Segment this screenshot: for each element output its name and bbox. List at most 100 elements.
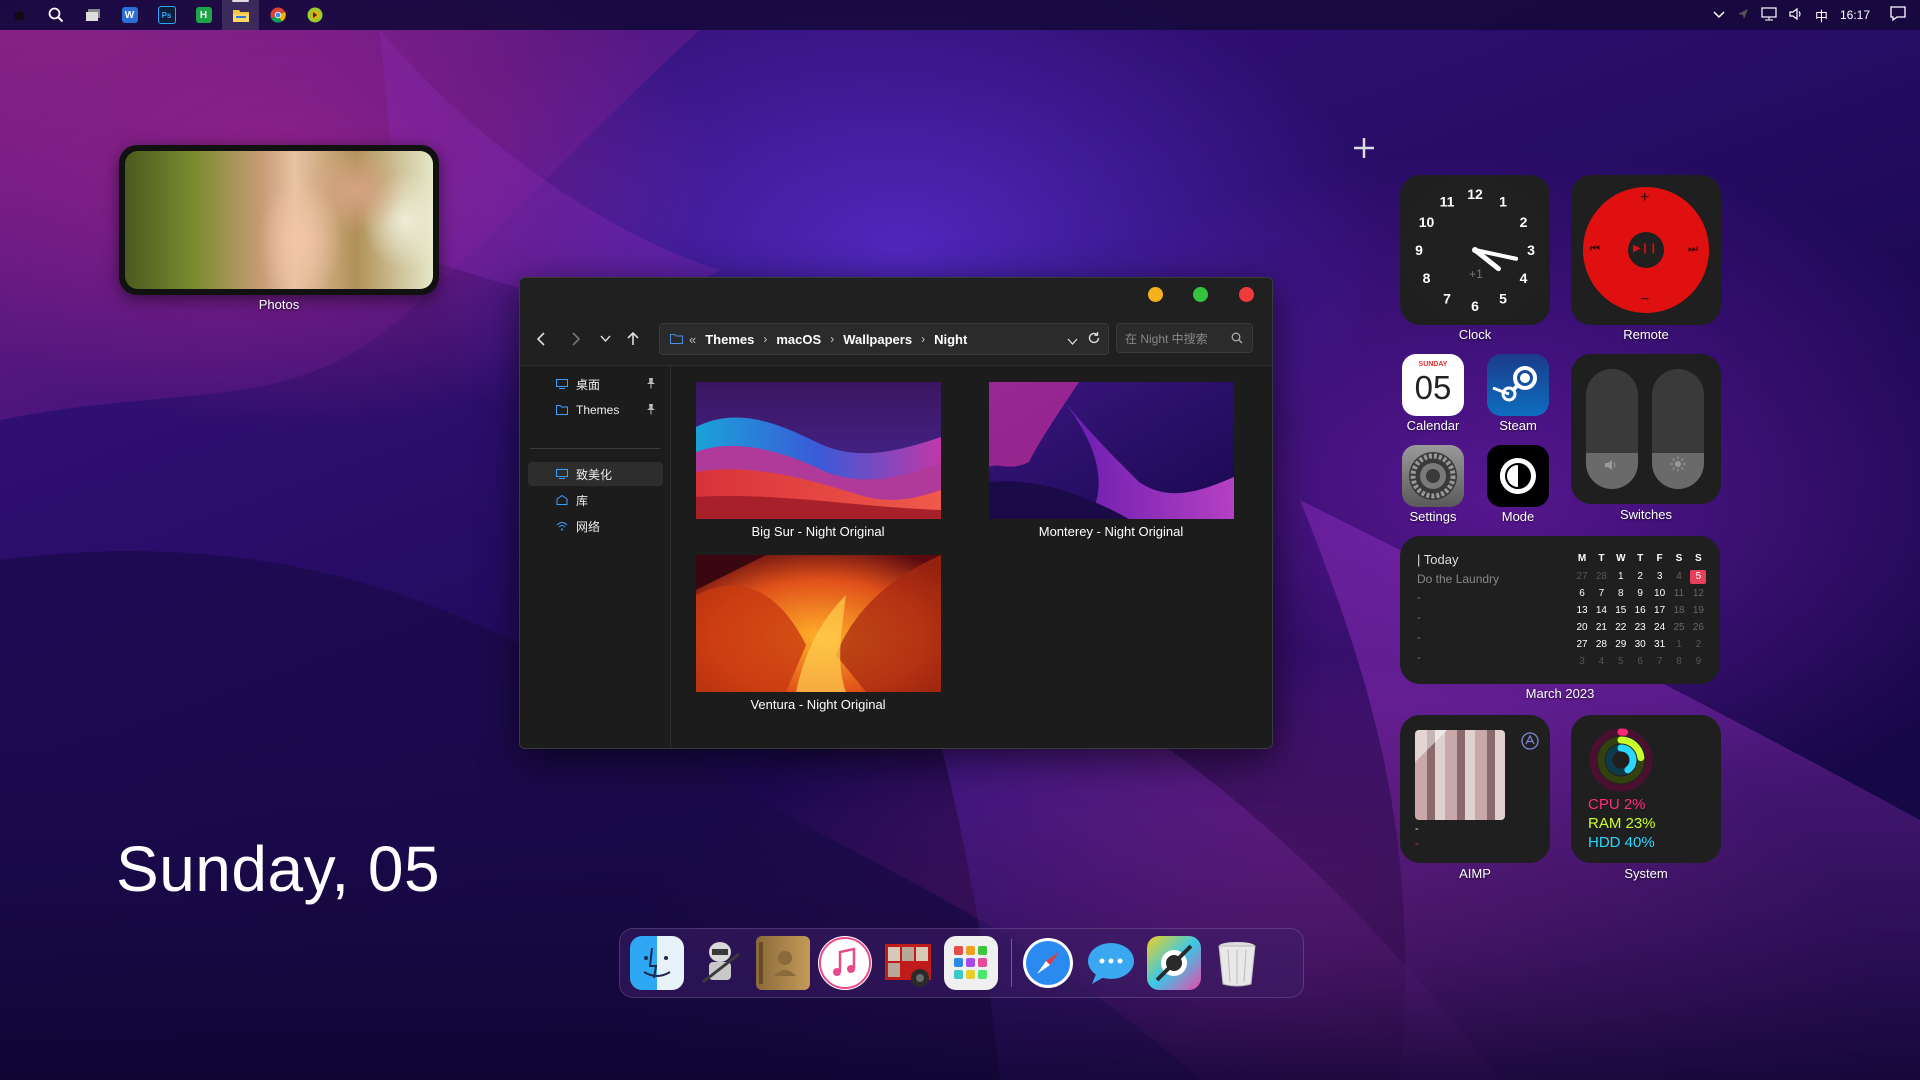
calendar-day[interactable]: 11 <box>1671 587 1687 601</box>
remote-next-button[interactable]: ⏭ <box>1688 243 1698 256</box>
breadcrumb-chevron-icon[interactable]: › <box>763 332 767 346</box>
calendar-day[interactable]: 28 <box>1593 570 1609 584</box>
steam-app-icon[interactable] <box>1487 354 1549 416</box>
remote-play-pause-button[interactable]: ▶❙❙ <box>1633 243 1657 254</box>
breadcrumb-night[interactable]: Night <box>934 332 967 347</box>
calendar-day[interactable]: 2 <box>1690 638 1706 652</box>
search-icon[interactable] <box>37 0 74 30</box>
brightness-slider[interactable] <box>1652 369 1704 489</box>
file-explorer-icon[interactable] <box>222 0 259 30</box>
refresh-icon[interactable] <box>1087 331 1101 348</box>
photoshop-icon[interactable]: Ps <box>148 0 185 30</box>
calendar-day[interactable]: 4 <box>1593 655 1609 669</box>
calendar-day[interactable]: 1 <box>1671 638 1687 652</box>
calendar-day[interactable]: 27 <box>1574 570 1590 584</box>
h-app-icon[interactable]: H <box>185 0 222 30</box>
calendar-day[interactable]: 10 <box>1652 587 1668 601</box>
forward-icon[interactable] <box>566 329 586 349</box>
calendar-day[interactable]: 6 <box>1574 587 1590 601</box>
calendar-day[interactable]: 24 <box>1652 621 1668 635</box>
calendar-day[interactable]: 26 <box>1690 621 1706 635</box>
sidebar-item-beautify[interactable]: 致美化 <box>528 462 663 486</box>
search-icon[interactable] <box>1231 332 1243 347</box>
calendar-day[interactable]: 13 <box>1574 604 1590 618</box>
remote-plus-button[interactable]: + <box>1640 189 1649 207</box>
calendar-day[interactable]: 20 <box>1574 621 1590 635</box>
breadcrumb-chevron-icon[interactable]: › <box>830 332 834 346</box>
back-icon[interactable] <box>531 329 551 349</box>
sidebar-item-themes[interactable]: Themes <box>528 398 658 422</box>
calendar-day[interactable]: 15 <box>1613 604 1629 618</box>
calendar-app-icon[interactable]: SUNDAY 05 <box>1402 354 1464 416</box>
contacts-icon[interactable] <box>756 936 810 990</box>
task-item[interactable]: Do the Laundry <box>1417 572 1499 586</box>
sidebar-item-network[interactable]: 网络 <box>528 514 658 538</box>
calendar-day[interactable]: 17 <box>1652 604 1668 618</box>
breadcrumb-chevron-icon[interactable]: › <box>921 332 925 346</box>
calendar-day[interactable]: 12 <box>1690 587 1706 601</box>
chrome-icon[interactable] <box>259 0 296 30</box>
photos-widget[interactable] <box>119 145 439 295</box>
address-dropdown-icon[interactable] <box>1067 334 1078 349</box>
up-icon[interactable] <box>623 329 643 349</box>
finder-icon[interactable] <box>630 936 684 990</box>
aimp-logo-icon[interactable] <box>1521 732 1539 755</box>
itunes-icon[interactable] <box>818 936 872 990</box>
volume-icon[interactable] <box>1789 7 1803 24</box>
sidebar-item-library[interactable]: 库 <box>528 488 658 512</box>
breadcrumb-macos[interactable]: macOS <box>776 332 821 347</box>
search-input[interactable]: 在 Night 中搜索 <box>1116 323 1253 353</box>
calendar-day[interactable]: 8 <box>1613 587 1629 601</box>
month-calendar-widget[interactable]: | Today Do the Laundry - - - - M T W T F S S 27… <box>1400 536 1720 684</box>
globe-app-icon[interactable] <box>296 0 333 30</box>
settings-app-icon[interactable] <box>1402 445 1464 507</box>
chevron-up-icon[interactable] <box>1713 8 1725 22</box>
calendar-day[interactable]: 30 <box>1632 638 1648 652</box>
apple-icon[interactable] <box>0 0 37 30</box>
system-tools-icon[interactable] <box>1147 936 1201 990</box>
launchpad-icon[interactable] <box>944 936 998 990</box>
calendar-day[interactable]: 27 <box>1574 638 1590 652</box>
calendar-day[interactable]: 21 <box>1593 621 1609 635</box>
task-view-icon[interactable] <box>74 0 111 30</box>
address-bar[interactable]: « Themes › macOS › Wallpapers › Night <box>659 323 1109 355</box>
calendar-day[interactable]: 6 <box>1632 655 1648 669</box>
volume-slider[interactable] <box>1586 369 1638 489</box>
remote-prev-button[interactable]: ⏮ <box>1590 243 1600 256</box>
breadcrumb-wallpapers[interactable]: Wallpapers <box>843 332 912 347</box>
add-widget-icon[interactable] <box>1352 134 1376 164</box>
calendar-day[interactable]: 9 <box>1690 655 1706 669</box>
calendar-day[interactable]: 22 <box>1613 621 1629 635</box>
calendar-day[interactable]: 23 <box>1632 621 1648 635</box>
calendar-day[interactable]: 31 <box>1652 638 1668 652</box>
remote-widget[interactable]: + − ⏮ ⏭ ▶❙❙ <box>1571 175 1721 325</box>
clock-time[interactable]: 16:17 <box>1840 8 1870 22</box>
minimize-button[interactable] <box>1148 287 1163 302</box>
calendar-day[interactable]: 25 <box>1671 621 1687 635</box>
photo-booth-icon[interactable] <box>881 936 935 990</box>
maximize-button[interactable] <box>1193 287 1208 302</box>
calendar-day[interactable]: 5 <box>1613 655 1629 669</box>
calendar-day[interactable]: 9 <box>1632 587 1648 601</box>
system-widget[interactable]: CPU 2% RAM 23% HDD 40% <box>1571 715 1721 863</box>
breadcrumb-themes[interactable]: Themes <box>705 332 754 347</box>
pin-icon[interactable] <box>646 377 656 392</box>
sidebar-item-desktop[interactable]: 桌面 <box>528 372 658 396</box>
send-icon[interactable] <box>1737 8 1749 23</box>
calendar-day-today[interactable]: 5 <box>1690 570 1707 584</box>
calendar-day[interactable]: 4 <box>1671 570 1687 584</box>
calendar-day[interactable]: 14 <box>1593 604 1609 618</box>
network-icon[interactable] <box>1761 6 1777 24</box>
calendar-day[interactable]: 1 <box>1613 570 1629 584</box>
notification-icon[interactable] <box>1890 6 1906 24</box>
calendar-day[interactable]: 29 <box>1613 638 1629 652</box>
calendar-day[interactable]: 8 <box>1671 655 1687 669</box>
calendar-day[interactable]: 3 <box>1652 570 1668 584</box>
mode-app-icon[interactable] <box>1487 445 1549 507</box>
calendar-day[interactable]: 18 <box>1671 604 1687 618</box>
pin-icon[interactable] <box>646 403 656 418</box>
safari-icon[interactable] <box>1021 936 1075 990</box>
aimp-widget[interactable]: - - <box>1400 715 1550 863</box>
breadcrumb-prefix[interactable]: « <box>689 332 696 347</box>
calendar-day[interactable]: 28 <box>1593 638 1609 652</box>
